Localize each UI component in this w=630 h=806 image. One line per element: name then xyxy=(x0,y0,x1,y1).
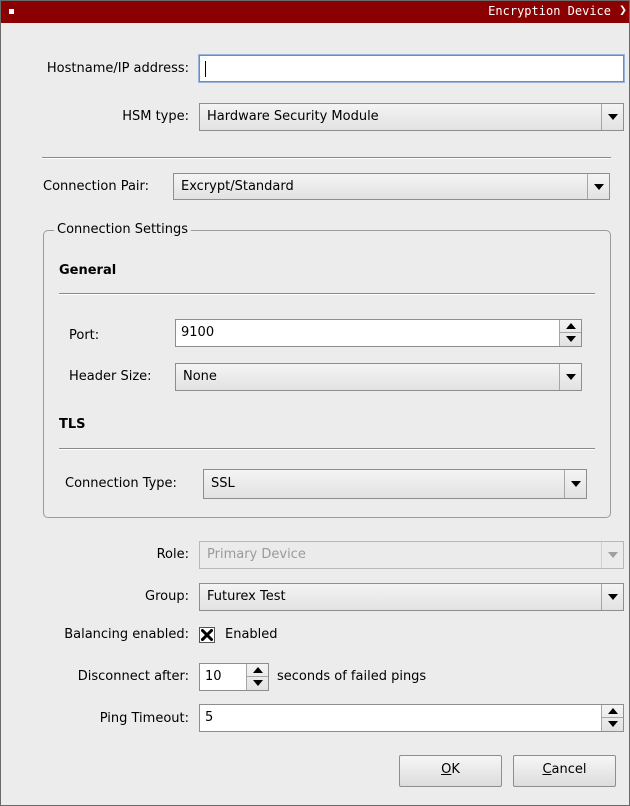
window-title: Encryption Device xyxy=(488,4,611,18)
connection-pair-select[interactable]: Excrypt/Standard xyxy=(173,173,610,200)
disconnect-after-value: 10 xyxy=(205,669,222,684)
ok-button-mnemonic: O xyxy=(441,762,452,777)
group-select[interactable]: Futurex Test xyxy=(199,583,624,611)
disconnect-after-suffix: seconds of failed pings xyxy=(277,669,427,684)
port-spin-buttons xyxy=(559,320,581,346)
chevron-down-icon xyxy=(571,481,581,487)
close-icon[interactable]: ❯ xyxy=(619,3,627,18)
general-heading: General xyxy=(59,263,117,278)
port-increment-button[interactable] xyxy=(560,320,581,333)
encryption-device-dialog: Encryption Device ❯ Hostname/IP address:… xyxy=(0,0,630,806)
role-label: Role: xyxy=(156,547,189,562)
chevron-down-icon xyxy=(608,114,618,120)
separator xyxy=(42,157,611,159)
chevron-down-icon xyxy=(608,594,618,600)
hsm-type-dropdown-button[interactable] xyxy=(601,104,623,130)
chevron-down-icon xyxy=(566,374,576,380)
ping-timeout-spin-buttons xyxy=(601,705,623,731)
tls-heading: TLS xyxy=(59,417,86,432)
connection-pair-value: Excrypt/Standard xyxy=(181,179,294,194)
role-value: Primary Device xyxy=(207,547,306,562)
port-label: Port: xyxy=(69,328,100,343)
connection-pair-label: Connection Pair: xyxy=(43,179,150,194)
chevron-down-icon xyxy=(594,183,604,190)
window-menu-icon[interactable] xyxy=(9,9,14,14)
group-value: Futurex Test xyxy=(207,589,286,604)
header-size-label: Header Size: xyxy=(69,369,152,384)
ping-timeout-spinbox[interactable]: 5 xyxy=(199,704,624,732)
title-bar: Encryption Device ❯ xyxy=(1,1,629,23)
connection-pair-dropdown-button[interactable] xyxy=(587,174,609,199)
disconnect-spin-buttons xyxy=(246,664,268,690)
role-select: Primary Device xyxy=(199,541,624,569)
header-size-select[interactable]: None xyxy=(175,363,582,391)
ok-button[interactable]: OK xyxy=(399,755,502,787)
tls-separator xyxy=(59,448,595,450)
connection-type-dropdown-button[interactable] xyxy=(564,470,586,498)
general-separator xyxy=(59,293,595,295)
group-dropdown-button[interactable] xyxy=(601,584,623,610)
port-spinbox[interactable]: 9100 xyxy=(175,319,582,347)
cancel-button-label: ancel xyxy=(551,762,587,777)
disconnect-after-spinbox[interactable]: 10 xyxy=(199,663,269,691)
ping-timeout-decrement-button[interactable] xyxy=(602,718,623,731)
cancel-button-mnemonic: C xyxy=(542,762,552,777)
ok-button-label: K xyxy=(451,762,460,777)
disconnect-increment-button[interactable] xyxy=(247,664,268,677)
balancing-checkbox[interactable] xyxy=(199,627,215,643)
port-decrement-button[interactable] xyxy=(560,333,581,346)
cancel-button[interactable]: Cancel xyxy=(513,755,616,787)
check-x-icon xyxy=(201,629,213,641)
text-caret xyxy=(205,61,206,77)
hostname-label: Hostname/IP address: xyxy=(46,61,189,76)
port-value: 9100 xyxy=(181,325,215,340)
role-dropdown-button xyxy=(601,542,623,568)
connection-settings-title: Connection Settings xyxy=(54,222,192,237)
group-label: Group: xyxy=(145,589,189,604)
hsm-type-label: HSM type: xyxy=(122,109,189,124)
balancing-label: Balancing enabled: xyxy=(64,627,189,642)
header-size-value: None xyxy=(183,369,217,384)
hsm-type-select[interactable]: Hardware Security Module xyxy=(199,103,624,131)
header-size-dropdown-button[interactable] xyxy=(559,364,581,390)
ping-timeout-value: 5 xyxy=(205,710,214,725)
balancing-checkbox-label[interactable]: Enabled xyxy=(225,627,278,643)
ping-timeout-label: Ping Timeout: xyxy=(99,711,189,726)
ping-timeout-increment-button[interactable] xyxy=(602,705,623,718)
disconnect-after-label: Disconnect after: xyxy=(77,669,189,684)
connection-type-select[interactable]: SSL xyxy=(203,469,587,499)
hostname-input[interactable] xyxy=(199,55,624,82)
connection-type-label: Connection Type: xyxy=(65,476,177,491)
hsm-type-value: Hardware Security Module xyxy=(207,109,379,124)
chevron-down-icon xyxy=(608,552,618,558)
disconnect-decrement-button[interactable] xyxy=(247,677,268,690)
connection-type-value: SSL xyxy=(211,476,235,491)
